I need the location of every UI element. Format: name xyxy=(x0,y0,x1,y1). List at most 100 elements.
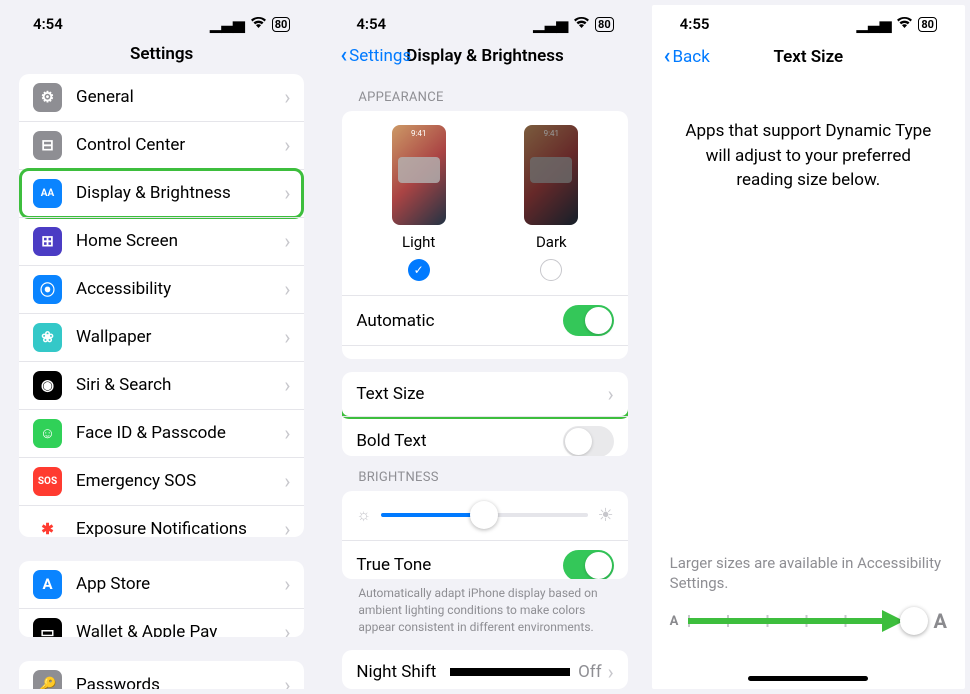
wifi-icon xyxy=(573,15,590,33)
automatic-toggle[interactable] xyxy=(563,305,614,336)
chevron-right-icon: › xyxy=(284,572,290,596)
back-button[interactable]: ‹Settings xyxy=(340,45,411,67)
settings-item-general[interactable]: ⚙General› xyxy=(19,74,304,121)
appearance-options: Light ✓ Dark xyxy=(342,111,627,295)
text-size-slider-row: A A xyxy=(652,593,965,649)
siri-search-icon: ◉ xyxy=(33,371,62,400)
control-center-icon: ⊟ xyxy=(33,131,62,160)
status-bar: 4:54 ▁▃▅ 80 xyxy=(328,5,641,35)
chevron-right-icon: › xyxy=(284,673,290,689)
back-label: Settings xyxy=(349,46,411,66)
appearance-dark[interactable]: Dark xyxy=(524,125,578,281)
text-size-row[interactable]: Text Size › xyxy=(342,372,627,416)
appearance-light[interactable]: Light ✓ xyxy=(392,125,446,281)
item-label: True Tone xyxy=(356,555,562,575)
settings-item-control-center[interactable]: ⊟Control Center› xyxy=(19,121,304,169)
accessibility-icon: ⦿ xyxy=(33,275,62,304)
chevron-right-icon: › xyxy=(608,356,614,360)
item-label: Automatic xyxy=(356,311,562,331)
settings-item-passwords[interactable]: 🔑Passwords› xyxy=(19,661,304,689)
cellular-icon: ▁▃▅ xyxy=(533,15,568,33)
settings-item-faceid-passcode[interactable]: ☺Face ID & Passcode› xyxy=(19,409,304,457)
brightness-group: ☼ ☀ True Tone xyxy=(342,491,627,579)
status-right: ▁▃▅ 80 xyxy=(533,15,613,33)
display-brightness-icon: AA xyxy=(33,179,62,208)
back-button[interactable]: ‹Back xyxy=(664,46,710,68)
item-label: Options xyxy=(356,358,469,360)
app-store-icon: A xyxy=(33,570,62,599)
faceid-passcode-icon: ☺ xyxy=(33,419,62,448)
options-row[interactable]: Options Light Until Sunset › xyxy=(342,345,627,359)
navbar: ‹Back Text Size xyxy=(652,35,965,79)
item-label: Night Shift xyxy=(356,662,450,682)
chevron-right-icon: › xyxy=(608,660,614,684)
settings-item-app-store[interactable]: A App Store› xyxy=(19,561,304,608)
settings-item-siri-search[interactable]: ◉ Siri & Search› xyxy=(19,361,304,409)
status-right: ▁▃▅ 80 xyxy=(857,15,937,33)
text-group: Text Size › Bold Text xyxy=(342,372,627,456)
dark-preview xyxy=(524,125,578,225)
display-brightness-screen: 4:54 ▁▃▅ 80 ‹Settings Display & Brightne… xyxy=(328,5,641,689)
text-size-screen: 4:55 ▁▃▅ 80 ‹Back Text Size Apps that su… xyxy=(652,5,965,689)
true-tone-row[interactable]: True Tone xyxy=(342,540,627,579)
battery-icon: 80 xyxy=(595,17,614,32)
exposure-icon: ✱ xyxy=(33,515,62,537)
cellular-icon: ▁▃▅ xyxy=(857,15,892,33)
text-size-note: Larger sizes are available in Accessibil… xyxy=(652,553,965,594)
brightness-header: Brightness xyxy=(328,456,641,491)
slider-thumb[interactable] xyxy=(900,607,928,635)
chevron-right-icon: › xyxy=(284,277,290,301)
brightness-slider[interactable] xyxy=(381,513,588,517)
appearance-group: Light ✓ Dark Automatic Options Light Unt… xyxy=(342,111,627,359)
settings-group-1: ⚙General›⊟Control Center› AA Display & Bri… xyxy=(19,74,304,537)
chevron-right-icon: › xyxy=(284,229,290,253)
settings-group-2: AApp Store›▭Wallet & Apple Pay› xyxy=(19,561,304,638)
chevron-right-icon: › xyxy=(284,373,290,397)
status-bar: 4:54 ▁▃▅ 80 xyxy=(5,5,318,35)
radio-empty-icon xyxy=(540,259,562,281)
night-shift-group: Night Shift Off › xyxy=(342,650,627,689)
settings-item-wallpaper[interactable]: ❀Wallpaper› xyxy=(19,313,304,361)
settings-item-emergency-sos[interactable]: SOSEmergency SOS› xyxy=(19,457,304,505)
appearance-label: Dark xyxy=(536,233,567,251)
chevron-left-icon: ‹ xyxy=(340,45,347,67)
night-shift-row[interactable]: Night Shift Off › xyxy=(342,650,627,689)
passwords-icon: 🔑 xyxy=(33,670,62,689)
wallet-icon: ▭ xyxy=(33,618,62,638)
bold-text-row[interactable]: Bold Text xyxy=(342,416,627,456)
item-label: Siri & Search xyxy=(76,375,284,395)
chevron-right-icon: › xyxy=(284,133,290,157)
arrow-annotation xyxy=(688,618,889,624)
item-label: Text Size xyxy=(356,384,607,404)
chevron-right-icon: › xyxy=(284,469,290,493)
navbar: Settings xyxy=(5,35,318,74)
item-label: Display & Brightness xyxy=(76,183,284,203)
settings-item-wallet[interactable]: ▭ Wallet & Apple Pay› xyxy=(19,608,304,638)
text-size-slider[interactable] xyxy=(688,619,923,623)
check-icon: ✓ xyxy=(408,259,430,281)
item-value: Off xyxy=(578,662,602,682)
item-label: Emergency SOS xyxy=(76,471,284,491)
appearance-label: Light xyxy=(402,233,435,251)
settings-item-accessibility[interactable]: ⦿Accessibility› xyxy=(19,265,304,313)
item-label: App Store xyxy=(76,574,284,594)
chevron-right-icon: › xyxy=(608,382,614,406)
bold-text-toggle[interactable] xyxy=(563,426,614,456)
status-time: 4:55 xyxy=(680,15,710,33)
chevron-right-icon: › xyxy=(284,620,290,637)
large-a-icon: A xyxy=(934,609,947,633)
true-tone-footnote: Automatically adapt iPhone display based… xyxy=(328,579,641,649)
settings-screen: 4:54 ▁▃▅ 80 Settings ⚙General›⊟Control C… xyxy=(5,5,318,689)
sun-max-icon: ☀ xyxy=(598,505,614,526)
back-label: Back xyxy=(672,47,709,67)
automatic-row[interactable]: Automatic xyxy=(342,295,627,345)
true-tone-toggle[interactable] xyxy=(563,550,614,579)
item-label: Wallet & Apple Pay xyxy=(76,622,284,637)
chevron-right-icon: › xyxy=(284,181,290,205)
item-label: Wallpaper xyxy=(76,327,284,347)
settings-item-home-screen[interactable]: ⊞Home Screen› xyxy=(19,217,304,265)
status-time: 4:54 xyxy=(356,15,386,33)
wifi-icon xyxy=(896,15,913,33)
settings-item-exposure[interactable]: ✱Exposure Notifications› xyxy=(19,505,304,537)
settings-item-display-brightness[interactable]: AA Display & Brightness› xyxy=(19,169,304,217)
